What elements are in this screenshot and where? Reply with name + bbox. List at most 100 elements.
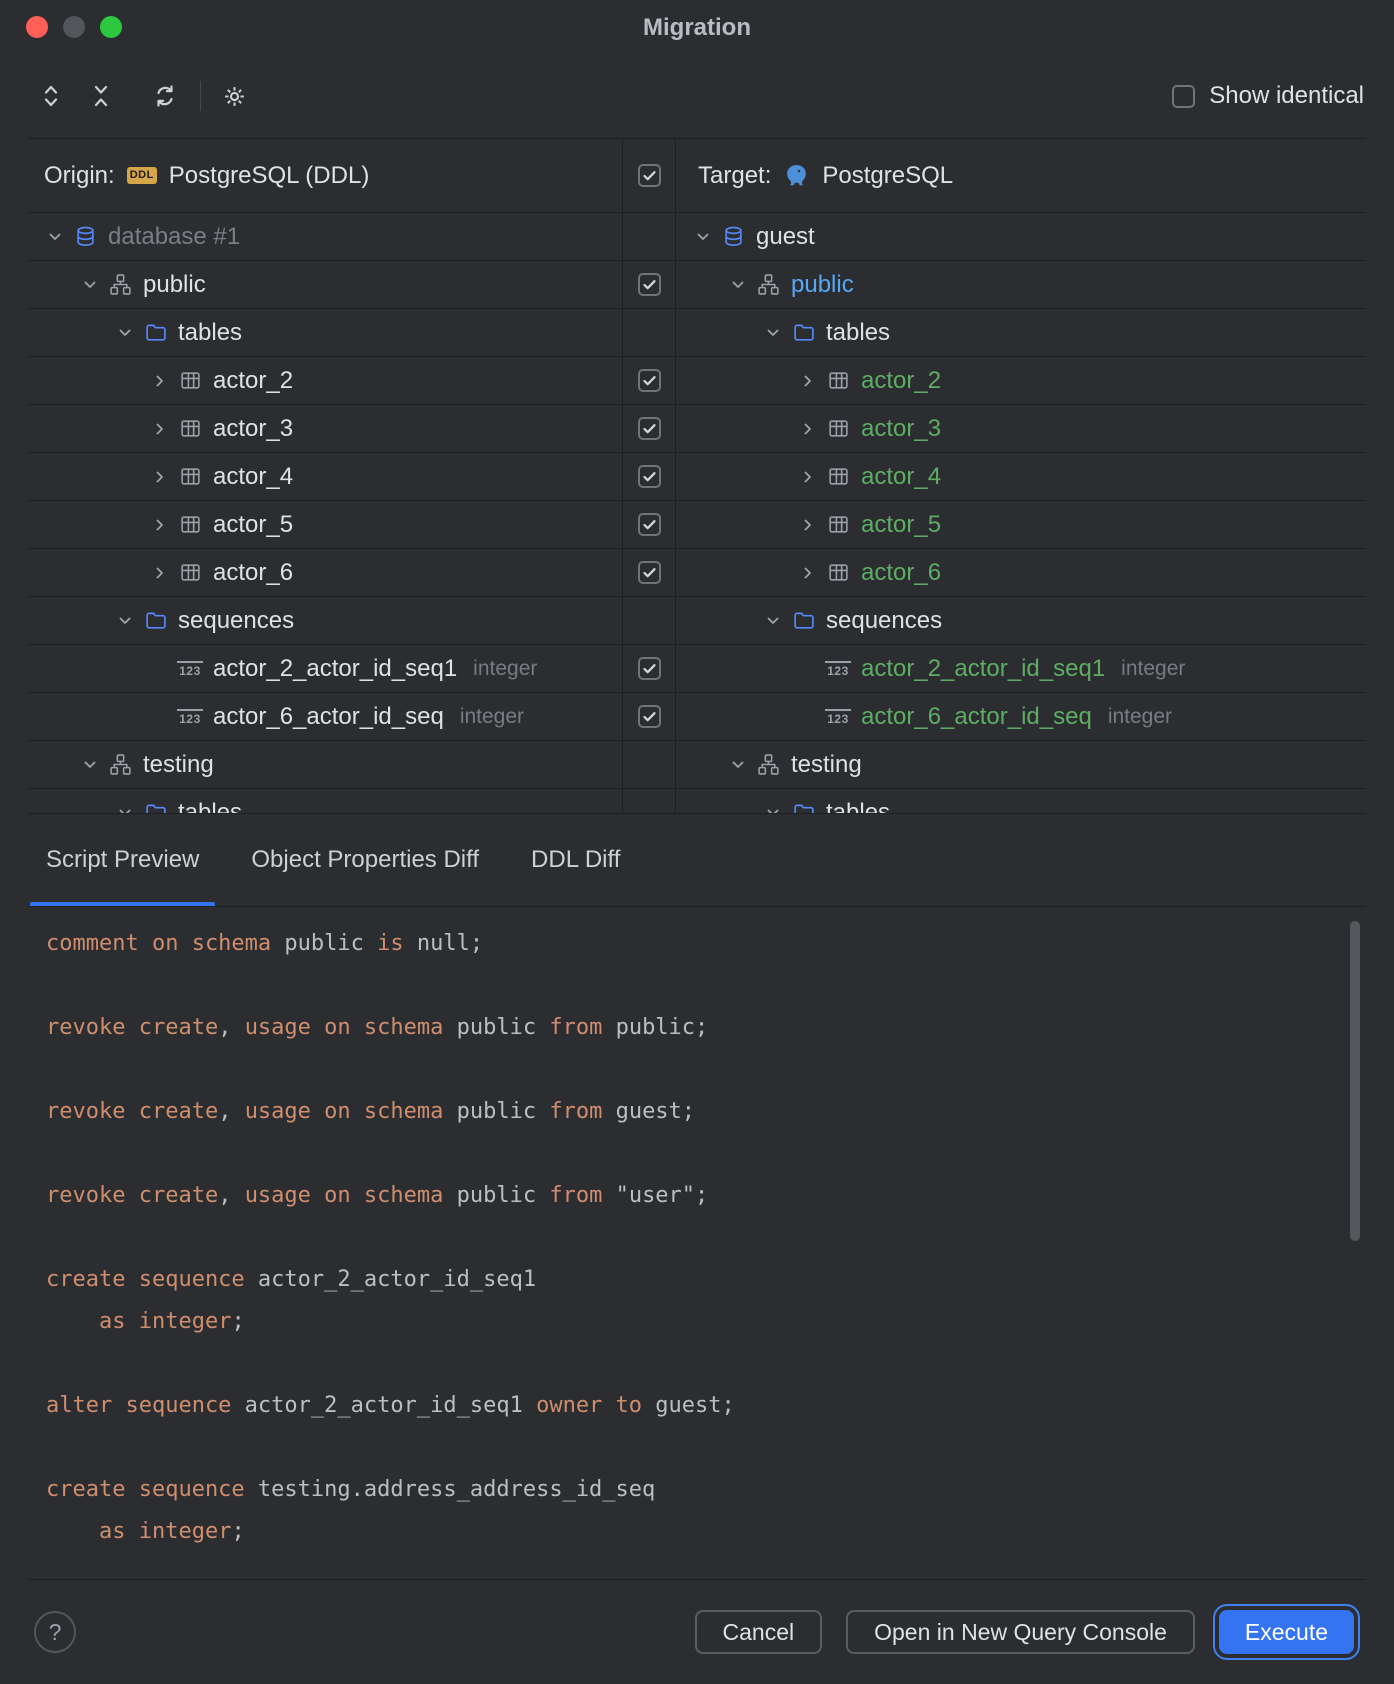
tree-item-label[interactable]: sequences	[826, 607, 942, 635]
tree-item-label[interactable]: actor_6_actor_id_seq	[213, 703, 444, 731]
chevron-right-icon[interactable]	[143, 466, 177, 488]
chevron-right-icon[interactable]	[143, 418, 177, 440]
tree-item-label[interactable]: public	[791, 271, 854, 299]
tree-item-label[interactable]: actor_2	[213, 367, 293, 395]
tree-row: 123actor_6_actor_id_seqinteger123actor_6…	[28, 693, 1366, 741]
target-cell: actor_2	[676, 357, 1366, 404]
collapse-all-icon[interactable]	[80, 75, 122, 117]
tree-item-label[interactable]: actor_5	[861, 511, 941, 539]
sequence-icon: 123	[177, 709, 203, 725]
tree-item-label[interactable]: actor_3	[213, 415, 293, 443]
code-line: alter sequence actor_2_actor_id_seq1 own…	[46, 1385, 1348, 1427]
chevron-right-icon[interactable]	[791, 562, 825, 584]
tree-item-label[interactable]: actor_6_actor_id_seq	[861, 703, 1092, 731]
tree-item-label[interactable]: tables	[178, 319, 242, 347]
tree-item-label[interactable]: testing	[143, 751, 214, 779]
code-line: create sequence actor_2_actor_id_seq1	[46, 1259, 1348, 1301]
chevron-right-icon[interactable]	[791, 370, 825, 392]
chevron-right-icon[interactable]	[791, 466, 825, 488]
open-in-new-query-console-button[interactable]: Open in New Query Console	[846, 1610, 1195, 1654]
tree-item-label[interactable]: actor_6	[213, 559, 293, 587]
target-cell: 123actor_2_actor_id_seq1integer	[676, 645, 1366, 692]
window-title: Migration	[0, 0, 1394, 56]
row-checkbox[interactable]	[638, 465, 661, 488]
tree-item-label[interactable]: sequences	[178, 607, 294, 635]
tree-item-label[interactable]: actor_3	[861, 415, 941, 443]
sequence-icon: 123	[177, 661, 203, 677]
chevron-down-icon[interactable]	[721, 274, 755, 296]
titlebar: Migration	[0, 0, 1394, 54]
chevron-down-icon[interactable]	[721, 754, 755, 776]
script-preview-editor[interactable]: comment on schema public is null; revoke…	[28, 906, 1366, 1580]
zoom-window-button[interactable]	[100, 16, 122, 38]
tree-item-label[interactable]: actor_2	[861, 367, 941, 395]
help-button[interactable]: ?	[34, 1611, 76, 1653]
row-checkbox[interactable]	[638, 561, 661, 584]
origin-cell: 123 actor_2_actor_id_seq1 integer	[28, 645, 622, 692]
tree-item-label[interactable]: actor_5	[213, 511, 293, 539]
tree-item-label[interactable]: tables	[826, 319, 890, 347]
show-identical-checkbox[interactable]	[1172, 85, 1195, 108]
sequence-icon: 123	[825, 709, 851, 725]
row-checkbox[interactable]	[638, 369, 661, 392]
chevron-down-icon[interactable]	[108, 322, 142, 344]
row-checkbox[interactable]	[638, 513, 661, 536]
tree-item-label[interactable]: actor_6	[861, 559, 941, 587]
close-window-button[interactable]	[26, 16, 48, 38]
origin-label: Origin:	[44, 162, 115, 190]
chevron-down-icon[interactable]	[756, 802, 790, 814]
tab-script-preview[interactable]: Script Preview	[30, 814, 215, 906]
chevron-down-icon[interactable]	[38, 226, 72, 248]
chevron-right-icon[interactable]	[791, 514, 825, 536]
settings-gear-icon[interactable]	[213, 75, 255, 117]
chevron-down-icon[interactable]	[73, 754, 107, 776]
database-icon	[720, 225, 746, 248]
cancel-button[interactable]: Cancel	[695, 1610, 823, 1654]
tree-item-label[interactable]: testing	[791, 751, 862, 779]
chevron-down-icon[interactable]	[73, 274, 107, 296]
tab-object-properties-diff[interactable]: Object Properties Diff	[235, 814, 495, 906]
table-icon	[177, 369, 203, 392]
type-suffix: integer	[473, 657, 537, 681]
schema-icon	[107, 273, 133, 296]
expand-all-icon[interactable]	[30, 75, 72, 117]
row-check-cell	[622, 213, 676, 260]
tab-ddl-diff[interactable]: DDL Diff	[515, 814, 636, 906]
row-checkbox[interactable]	[638, 657, 661, 680]
chevron-down-icon[interactable]	[756, 610, 790, 632]
chevron-down-icon[interactable]	[756, 322, 790, 344]
row-checkbox[interactable]	[638, 705, 661, 728]
row-check-cell	[622, 501, 676, 548]
tree-item-label[interactable]: actor_4	[861, 463, 941, 491]
tree-item-label[interactable]: database #1	[108, 223, 240, 251]
tree-item-label[interactable]: guest	[756, 223, 815, 251]
refresh-mapping-icon[interactable]	[144, 75, 186, 117]
tree-item-label[interactable]: actor_4	[213, 463, 293, 491]
tree-item-label[interactable]: actor_2_actor_id_seq1	[861, 655, 1105, 683]
show-identical-toggle[interactable]: Show identical	[1172, 82, 1364, 110]
code-line: as integer;	[46, 1301, 1348, 1343]
table-icon	[177, 513, 203, 536]
origin-cell: 123actor_6_actor_id_seqinteger	[28, 693, 622, 740]
folder-icon	[142, 609, 168, 632]
chevron-down-icon[interactable]	[108, 610, 142, 632]
tree-row: database #1 guest	[28, 213, 1366, 261]
code-scrollbar-thumb[interactable]	[1350, 921, 1360, 1241]
chevron-right-icon[interactable]	[791, 418, 825, 440]
chevron-down-icon[interactable]	[686, 226, 720, 248]
tree-item-label[interactable]: public	[143, 271, 206, 299]
execute-button[interactable]: Execute	[1219, 1610, 1354, 1654]
chevron-right-icon[interactable]	[143, 562, 177, 584]
tree-item-label[interactable]: tables	[178, 799, 242, 814]
tab-label: DDL Diff	[531, 846, 620, 874]
chevron-down-icon[interactable]	[108, 802, 142, 814]
chevron-right-icon[interactable]	[143, 514, 177, 536]
row-checkbox[interactable]	[638, 273, 661, 296]
origin-cell: actor_4	[28, 453, 622, 500]
target-cell: tables	[676, 789, 1366, 813]
tree-item-label[interactable]: tables	[826, 799, 890, 814]
tree-item-label[interactable]: actor_2_actor_id_seq1	[213, 655, 457, 683]
select-all-checkbox[interactable]	[638, 164, 661, 187]
row-checkbox[interactable]	[638, 417, 661, 440]
chevron-right-icon[interactable]	[143, 370, 177, 392]
